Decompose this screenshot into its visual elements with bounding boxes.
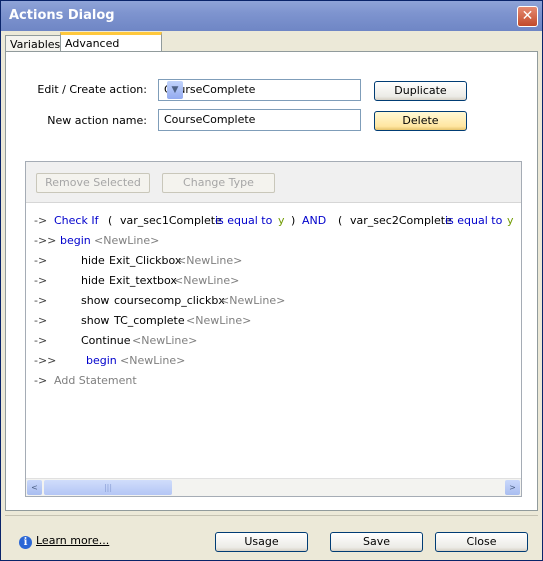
horizontal-scrollbar[interactable]: < ||| > xyxy=(26,478,521,496)
statement-arrow: ->> xyxy=(34,234,57,247)
condition-val-1[interactable]: y xyxy=(278,212,285,230)
statement-arrow: -> xyxy=(34,294,48,307)
statement-arrow: -> xyxy=(34,274,48,287)
title-bar[interactable]: Actions Dialog ✕ xyxy=(1,1,542,31)
newline-token: <NewLine> xyxy=(120,354,186,367)
duplicate-button[interactable]: Duplicate xyxy=(374,81,467,101)
condition-var-1[interactable]: var_sec1Complete xyxy=(120,212,222,230)
new-action-name-field[interactable]: CourseComplete xyxy=(158,109,361,131)
check-if-keyword: Check If xyxy=(54,214,99,227)
edit-action-combo[interactable]: CourseComplete ▼ xyxy=(158,79,361,101)
statement-arrow: -> xyxy=(34,374,48,387)
action-editor: Remove Selected Change Type -> Check If … xyxy=(25,161,522,497)
show-keyword: show xyxy=(81,294,110,307)
close-icon[interactable]: ✕ xyxy=(517,6,538,27)
begin-keyword: begin xyxy=(60,234,91,247)
save-button[interactable]: Save xyxy=(330,532,423,552)
condition-val-2[interactable]: y xyxy=(507,212,514,230)
newline-token: <NewLine> xyxy=(220,294,286,307)
show-keyword: show xyxy=(81,314,110,327)
statement-target[interactable]: Exit_Clickbox xyxy=(109,252,181,270)
statement-list: -> Check If ( var_sec1Complete is equal … xyxy=(26,204,521,476)
newline-token: <NewLine> xyxy=(174,274,240,287)
new-action-name-value: CourseComplete xyxy=(164,113,256,126)
usage-button[interactable]: Usage xyxy=(215,532,308,552)
scroll-left-icon[interactable]: < xyxy=(27,480,42,495)
paren-close: ) xyxy=(291,214,296,227)
condition-op-2[interactable]: is equal to xyxy=(445,212,502,230)
learn-more-link[interactable]: Learn more... xyxy=(36,534,109,547)
edit-action-label: Edit / Create action: xyxy=(37,83,147,96)
hide-keyword: hide xyxy=(81,274,105,287)
statement-arrow: ->> xyxy=(34,354,57,367)
remove-selected-button[interactable]: Remove Selected xyxy=(36,173,150,193)
hide-keyword: hide xyxy=(81,254,105,267)
statement-arrow: -> xyxy=(34,334,48,347)
condition-var-2[interactable]: var_sec2Complete xyxy=(350,212,452,230)
newline-token: <NewLine> xyxy=(132,334,198,347)
scroll-thumb[interactable]: ||| xyxy=(44,480,172,495)
paren-open: ( xyxy=(108,214,113,227)
statement-target[interactable]: Exit_textbox xyxy=(109,272,177,290)
paren-open-2: ( xyxy=(338,214,343,227)
newline-token: <NewLine> xyxy=(177,254,243,267)
close-button[interactable]: Close xyxy=(435,532,528,552)
and-keyword[interactable]: AND xyxy=(302,212,326,230)
actions-dialog: Actions Dialog ✕ Variables Advanced acti… xyxy=(0,0,543,561)
continue-keyword: Continue xyxy=(81,334,131,347)
footer-divider xyxy=(5,515,538,516)
scroll-right-icon[interactable]: > xyxy=(505,480,520,495)
statement-arrow: -> xyxy=(34,214,48,227)
condition-op-1[interactable]: is equal to xyxy=(215,212,272,230)
change-type-button[interactable]: Change Type xyxy=(162,173,275,193)
begin-keyword: begin xyxy=(86,354,117,367)
add-statement-link[interactable]: Add Statement xyxy=(54,372,137,390)
statement-arrow: -> xyxy=(34,254,48,267)
delete-button[interactable]: Delete xyxy=(374,111,467,131)
newline-token: <NewLine> xyxy=(94,234,160,247)
statement-arrow: -> xyxy=(34,314,48,327)
editor-toolbar: Remove Selected Change Type xyxy=(26,162,521,203)
info-icon: i xyxy=(19,536,32,549)
statement-target[interactable]: TC_complete xyxy=(114,312,185,330)
new-action-name-label: New action name: xyxy=(47,114,147,127)
statement-target[interactable]: coursecomp_clickbx xyxy=(114,292,225,310)
newline-token: <NewLine> xyxy=(186,314,252,327)
window-title: Actions Dialog xyxy=(9,8,115,23)
chevron-down-icon[interactable]: ▼ xyxy=(167,81,183,99)
